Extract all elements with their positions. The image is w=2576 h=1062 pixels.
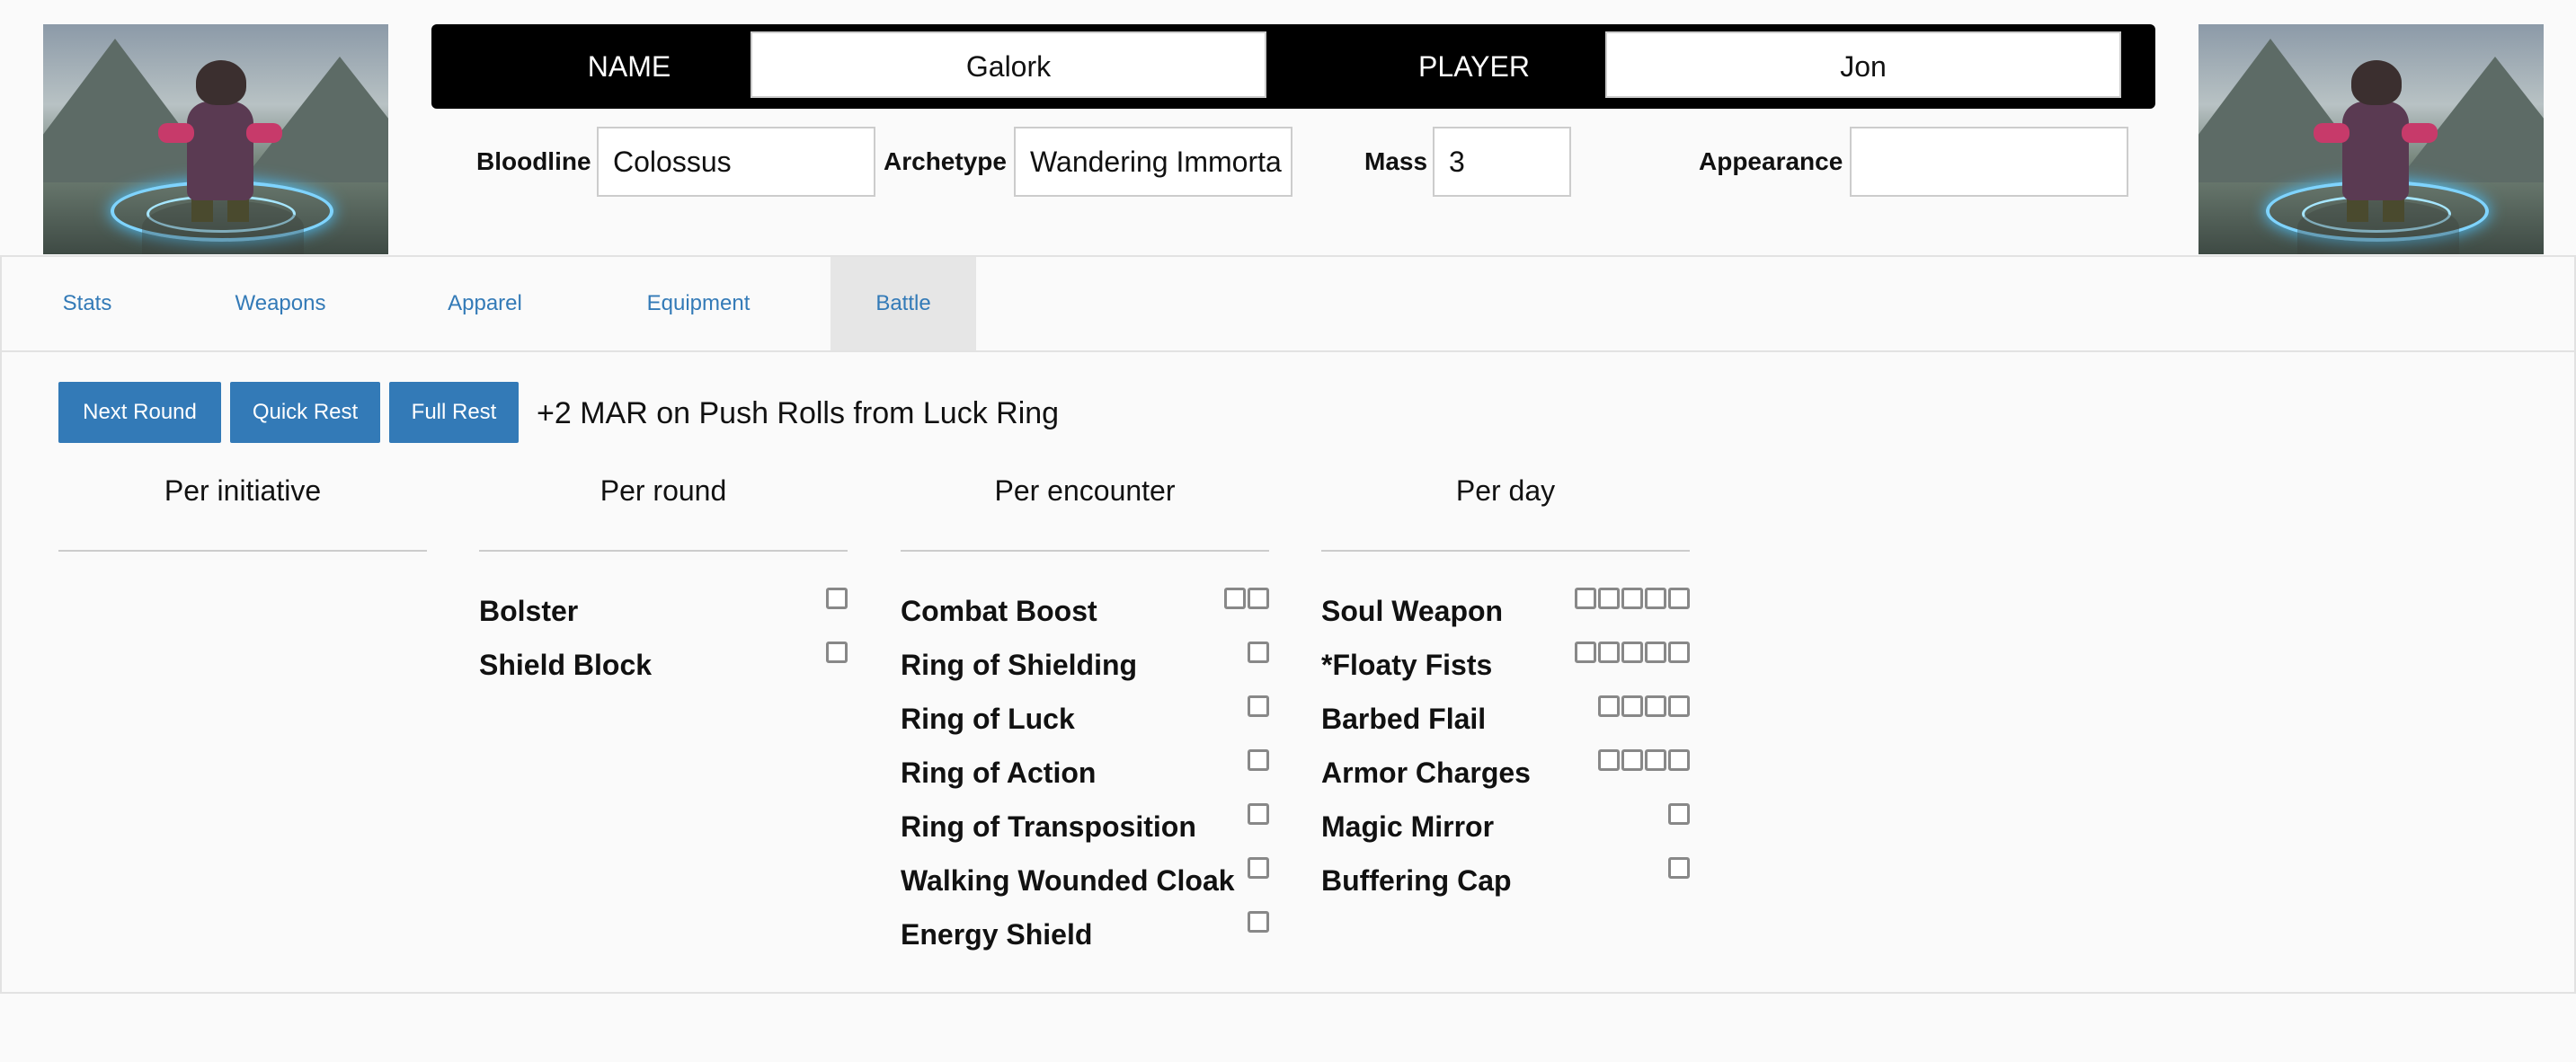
per-encounter-ring-of-transposition-checkbox[interactable] xyxy=(1248,803,1269,825)
per-day-heading: Per day xyxy=(1455,474,1556,507)
per-encounter-heading: Per encounter xyxy=(994,474,1176,507)
per-initiative-heading: Per initiative xyxy=(164,474,322,507)
per-day-armor-charges-checkbox[interactable] xyxy=(1668,749,1690,771)
bloodline-field[interactable]: Colossus xyxy=(597,127,875,197)
status-note: +2 MAR on Push Rolls from Luck Ring xyxy=(537,396,1060,430)
per-round-bolster-checkboxes xyxy=(826,588,848,609)
per-encounter-combat-boost-label: Combat Boost xyxy=(901,595,1097,627)
per-day-soul-weapon-checkbox[interactable] xyxy=(1598,588,1620,609)
per-day-armor-charges-checkbox[interactable] xyxy=(1621,749,1643,771)
per-encounter-ring-of-action-checkbox[interactable] xyxy=(1248,749,1269,771)
per-encounter-energy-shield-label: Energy Shield xyxy=(901,918,1093,951)
per-day-barbed-flail-checkbox[interactable] xyxy=(1621,695,1643,717)
per-encounter-walking-wounded-cloak-checkboxes xyxy=(1248,857,1269,879)
player-field[interactable]: Jon xyxy=(1605,31,2121,98)
name-label: NAME xyxy=(587,50,671,83)
mass-field[interactable]: 3 xyxy=(1433,127,1571,197)
per-day-floaty-fists-checkbox[interactable] xyxy=(1621,642,1643,663)
per-encounter-combat-boost-checkbox[interactable] xyxy=(1224,588,1246,609)
per-encounter-walking-wounded-cloak-checkbox[interactable] xyxy=(1248,857,1269,879)
per-day-magic-mirror-checkboxes xyxy=(1668,803,1690,825)
tab-apparel[interactable]: Apparel xyxy=(420,257,550,350)
per-round-shield-block-checkbox[interactable] xyxy=(826,642,848,663)
per-initiative-divider xyxy=(58,550,427,552)
character-portrait-left xyxy=(43,24,388,254)
per-encounter-ring-of-shielding-label: Ring of Shielding xyxy=(901,649,1138,681)
full-rest-button[interactable]: Full Rest xyxy=(389,382,519,443)
per-round-heading: Per round xyxy=(600,474,727,507)
per-encounter-ring-of-shielding-checkbox[interactable] xyxy=(1248,642,1269,663)
tab-stats[interactable]: Stats xyxy=(38,257,137,350)
battle-panel: Stats Weapons Apparel Equipment Battle N… xyxy=(0,255,2576,994)
per-encounter-combat-boost-checkboxes xyxy=(1224,588,1269,609)
player-label: PLAYER xyxy=(1418,50,1530,83)
per-day-floaty-fists-checkboxes xyxy=(1575,642,1690,663)
per-day-buffering-cap-checkbox[interactable] xyxy=(1668,857,1690,879)
character-name-bar: NAME Galork PLAYER Jon xyxy=(431,24,2155,109)
per-encounter-divider xyxy=(901,550,1269,552)
per-day-floaty-fists-checkbox[interactable] xyxy=(1668,642,1690,663)
per-encounter-ring-of-luck-label: Ring of Luck xyxy=(901,703,1075,735)
per-encounter-energy-shield-checkboxes xyxy=(1248,911,1269,933)
per-encounter-ring-of-action-checkboxes xyxy=(1248,749,1269,771)
per-day-magic-mirror-checkbox[interactable] xyxy=(1668,803,1690,825)
per-round-shield-block-checkboxes xyxy=(826,642,848,663)
per-day-soul-weapon-checkboxes xyxy=(1575,588,1690,609)
per-day-floaty-fists-checkbox[interactable] xyxy=(1575,642,1596,663)
tab-equipment[interactable]: Equipment xyxy=(622,257,775,350)
per-day-buffering-cap-label: Buffering Cap xyxy=(1321,864,1512,897)
per-encounter-ring-of-luck-checkboxes xyxy=(1248,695,1269,717)
per-day-armor-charges-checkbox[interactable] xyxy=(1598,749,1620,771)
per-encounter-ring-of-shielding-checkboxes xyxy=(1248,642,1269,663)
name-field[interactable]: Galork xyxy=(751,31,1266,98)
per-encounter-ring-of-action-label: Ring of Action xyxy=(901,757,1097,789)
tab-weapons[interactable]: Weapons xyxy=(209,257,352,350)
appearance-label: Appearance xyxy=(1699,147,1843,175)
per-round-shield-block-label: Shield Block xyxy=(479,649,653,681)
per-encounter-combat-boost-checkbox[interactable] xyxy=(1248,588,1269,609)
per-day-barbed-flail-checkbox[interactable] xyxy=(1598,695,1620,717)
next-round-button[interactable]: Next Round xyxy=(58,382,221,443)
bloodline-label: Bloodline xyxy=(476,147,591,175)
per-day-armor-charges-checkboxes xyxy=(1598,749,1690,771)
tab-bar: Stats Weapons Apparel Equipment Battle xyxy=(2,257,2574,352)
per-day-soul-weapon-checkbox[interactable] xyxy=(1668,588,1690,609)
per-day-floaty-fists-checkbox[interactable] xyxy=(1645,642,1666,663)
per-encounter-energy-shield-checkbox[interactable] xyxy=(1248,911,1269,933)
per-day-soul-weapon-checkbox[interactable] xyxy=(1621,588,1643,609)
mass-label: Mass xyxy=(1364,147,1428,175)
per-encounter-walking-wounded-cloak-label: Walking Wounded Cloak xyxy=(901,864,1235,897)
quick-rest-button[interactable]: Quick Rest xyxy=(230,382,380,443)
per-day-floaty-fists-label: *Floaty Fists xyxy=(1321,649,1493,681)
per-day-buffering-cap-checkboxes xyxy=(1668,857,1690,879)
per-day-soul-weapon-checkbox[interactable] xyxy=(1575,588,1596,609)
per-day-soul-weapon-checkbox[interactable] xyxy=(1645,588,1666,609)
per-day-barbed-flail-label: Barbed Flail xyxy=(1321,703,1487,735)
per-round-bolster-label: Bolster xyxy=(479,595,579,627)
per-day-armor-charges-label: Armor Charges xyxy=(1321,757,1531,789)
per-round-divider xyxy=(479,550,848,552)
per-day-divider xyxy=(1321,550,1690,552)
per-day-magic-mirror-label: Magic Mirror xyxy=(1321,810,1495,843)
archetype-label: Archetype xyxy=(884,147,1007,175)
per-encounter-ring-of-transposition-checkboxes xyxy=(1248,803,1269,825)
character-portrait-right xyxy=(2198,24,2544,254)
per-round-bolster-checkbox[interactable] xyxy=(826,588,848,609)
per-day-barbed-flail-checkboxes xyxy=(1598,695,1690,717)
tab-battle[interactable]: Battle xyxy=(831,257,976,350)
per-day-soul-weapon-label: Soul Weapon xyxy=(1321,595,1504,627)
per-day-barbed-flail-checkbox[interactable] xyxy=(1668,695,1690,717)
per-encounter-ring-of-luck-checkbox[interactable] xyxy=(1248,695,1269,717)
per-encounter-ring-of-transposition-label: Ring of Transposition xyxy=(901,810,1196,843)
per-day-barbed-flail-checkbox[interactable] xyxy=(1645,695,1666,717)
per-day-floaty-fists-checkbox[interactable] xyxy=(1598,642,1620,663)
archetype-field[interactable]: Wandering Immorta xyxy=(1014,127,1292,197)
per-day-armor-charges-checkbox[interactable] xyxy=(1645,749,1666,771)
appearance-field[interactable] xyxy=(1850,127,2128,197)
